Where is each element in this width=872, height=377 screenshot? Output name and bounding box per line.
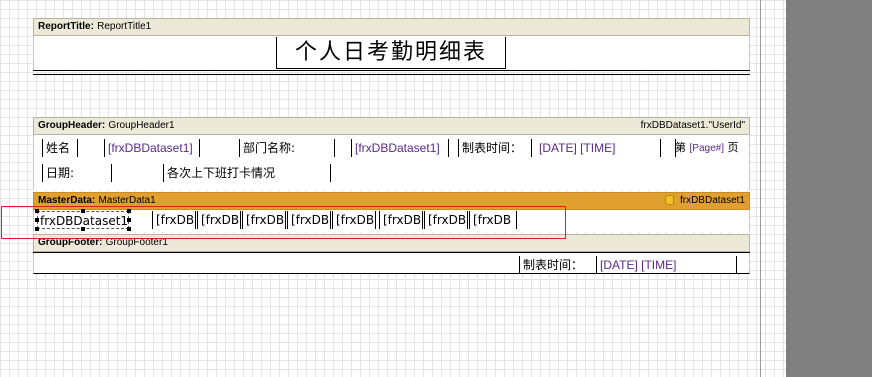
name-value-text: [frxDBDataset1] xyxy=(108,141,193,155)
dataset-tag: frxDBDataset1 xyxy=(664,193,745,209)
title-divider xyxy=(33,70,750,71)
name-label-field[interactable]: 姓名 xyxy=(42,139,78,157)
page-right-edge xyxy=(760,0,761,377)
report-title-band-header[interactable]: ReportTitle: ReportTitle1 xyxy=(33,18,750,36)
footer-made-time-label-field[interactable]: 制表时间： xyxy=(519,256,597,274)
dept-value-text: [frxDBDataset1] xyxy=(355,141,440,155)
report-design-canvas[interactable]: ReportTitle: ReportTitle1 个人日考勤明细表 Group… xyxy=(0,0,786,377)
page-macro-text: [Page#] xyxy=(689,143,724,154)
footer-top-line xyxy=(33,252,750,253)
group-header-band-header[interactable]: GroupHeader: GroupHeader1 frxDBDataset1.… xyxy=(33,117,750,135)
group-condition: frxDBDataset1."UserId" xyxy=(640,120,745,131)
made-time-value-text: [DATE] [TIME] xyxy=(539,141,616,155)
selection-highlight-box xyxy=(1,206,566,239)
report-title-text[interactable]: 个人日考勤明细表 xyxy=(276,37,506,69)
band-type-label: ReportTitle: xyxy=(38,21,94,32)
band-name: GroupHeader1 xyxy=(108,120,175,131)
footer-bracket-field[interactable] xyxy=(731,256,737,274)
date-label-field[interactable]: 日期: xyxy=(42,164,112,182)
punch-label-field[interactable]: 各次上下班打卡情况 xyxy=(163,164,331,182)
dept-label-text: 部门名称: xyxy=(243,141,296,155)
footer-made-time-label-text: 制表时间： xyxy=(523,258,584,272)
made-time-label-field[interactable]: 制表时间： xyxy=(458,139,532,157)
workspace-gutter xyxy=(786,0,872,377)
database-icon xyxy=(664,195,674,206)
footer-made-time-value-text: [DATE] [TIME] xyxy=(600,258,677,272)
band-name: MasterData1 xyxy=(98,195,156,206)
name-label-text: 姓名 xyxy=(46,141,71,155)
dept-label-field[interactable]: 部门名称: xyxy=(239,139,335,157)
punch-label-text: 各次上下班打卡情况 xyxy=(167,166,276,180)
date-label-text: 日期: xyxy=(46,166,75,180)
made-time-label-text: 制表时间： xyxy=(462,141,523,155)
name-value-field[interactable]: [frxDBDataset1] xyxy=(104,139,200,157)
band-type-label: MasterData: xyxy=(38,195,96,206)
dept-value-field[interactable]: [frxDBDataset1] xyxy=(351,139,449,157)
band-name: ReportTitle1 xyxy=(97,21,152,32)
band-type-label: GroupHeader: xyxy=(38,120,106,131)
page-prefix-text: 第 xyxy=(675,141,686,154)
page-suffix-text: 页 xyxy=(727,141,739,154)
title-divider-double xyxy=(33,74,750,75)
dataset-name: frxDBDataset1 xyxy=(679,195,745,206)
page-number-field[interactable]: 第 [Page#] 页 xyxy=(672,139,742,157)
made-time-value-field[interactable]: [DATE] [TIME] xyxy=(536,139,620,157)
footer-made-time-value-field[interactable]: [DATE] [TIME] xyxy=(597,256,687,274)
